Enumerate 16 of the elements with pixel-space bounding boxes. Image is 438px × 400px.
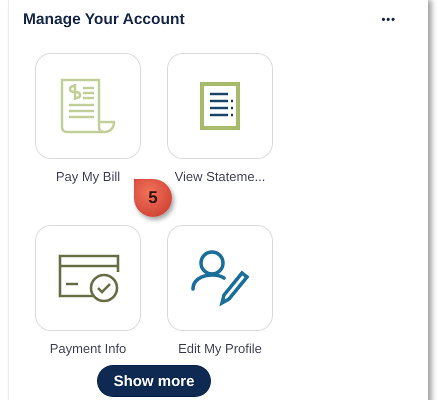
tile-button[interactable] xyxy=(35,53,141,159)
tile-button[interactable] xyxy=(167,225,273,331)
show-more-button[interactable]: Show more xyxy=(96,365,212,397)
more-menu-button[interactable]: ••• xyxy=(381,14,396,26)
card-title: Manage Your Account xyxy=(23,11,185,29)
document-icon xyxy=(200,82,240,130)
step-callout: 5 xyxy=(134,179,172,217)
tile-label: Payment Info xyxy=(50,341,126,357)
tile-label: View Stateme... xyxy=(174,169,266,185)
tile-label: Edit My Profile xyxy=(178,341,262,357)
receipt-icon xyxy=(59,78,117,134)
credit-card-check-icon xyxy=(56,252,120,304)
tile-label: Pay My Bill xyxy=(56,169,120,185)
edit-profile-icon xyxy=(190,249,250,307)
tile-button[interactable] xyxy=(35,225,141,331)
tile-button[interactable] xyxy=(167,53,273,159)
